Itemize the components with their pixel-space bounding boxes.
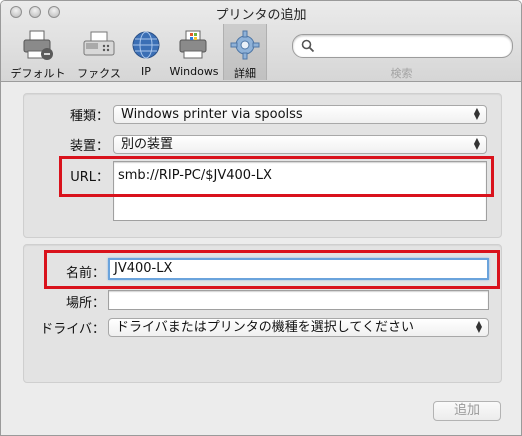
toolbar-label-fax: ファクス xyxy=(77,67,121,80)
gear-icon xyxy=(224,28,266,62)
device-value: 別の装置 xyxy=(121,137,174,152)
globe-icon xyxy=(127,28,165,62)
driver-popup[interactable]: ドライバまたはプリンタの機種を選択してください ▲ ▼ xyxy=(108,318,489,337)
printer-default-icon xyxy=(5,28,71,62)
toolbar-item-advanced[interactable]: 詳細 xyxy=(223,24,267,80)
driver-label: ドライバ： xyxy=(40,322,105,337)
fax-icon xyxy=(71,28,127,62)
toolbar-item-windows[interactable]: Windows xyxy=(167,28,221,78)
updown-arrows-icon: ▲ ▼ xyxy=(473,136,480,151)
device-label: 装置： xyxy=(69,139,109,154)
toolbar-item-fax[interactable]: ファクス xyxy=(71,28,127,81)
add-button[interactable]: 追加 xyxy=(433,401,501,421)
toolbar-label-windows: Windows xyxy=(169,65,219,78)
toolbar-label-advanced: 詳細 xyxy=(234,67,256,80)
search-field[interactable] xyxy=(292,34,513,58)
toolbar-label-default: デフォルト xyxy=(10,67,66,80)
driver-value: ドライバまたはプリンタの機種を選択してください xyxy=(116,320,414,335)
location-label: 場所： xyxy=(65,296,105,311)
search-icon xyxy=(301,39,315,53)
toolbar-item-default[interactable]: デフォルト xyxy=(5,28,71,81)
location-field[interactable] xyxy=(108,290,489,310)
toolbar-label-ip: IP xyxy=(141,65,151,78)
name-highlight-box xyxy=(44,250,500,289)
type-label: 種類： xyxy=(69,109,109,124)
window-title: プリンタの追加 xyxy=(215,8,307,23)
updown-arrows-icon: ▲ ▼ xyxy=(475,319,482,334)
toolbar: プリンタの追加 デフォルト ファクス IP Windows 詳細 検索 xyxy=(1,1,521,82)
type-value: Windows printer via spoolss xyxy=(121,107,303,122)
device-popup[interactable]: 別の装置 ▲ ▼ xyxy=(113,135,487,154)
url-highlight-box xyxy=(59,156,494,197)
search-caption: 検索 xyxy=(390,67,413,80)
type-popup[interactable]: Windows printer via spoolss ▲ ▼ xyxy=(113,105,487,124)
updown-arrows-icon: ▲ ▼ xyxy=(473,106,480,121)
toolbar-item-ip[interactable]: IP xyxy=(127,28,165,78)
windows-printer-icon xyxy=(167,28,221,62)
add-printer-window: プリンタの追加 デフォルト ファクス IP Windows 詳細 検索 種類： … xyxy=(0,0,522,436)
